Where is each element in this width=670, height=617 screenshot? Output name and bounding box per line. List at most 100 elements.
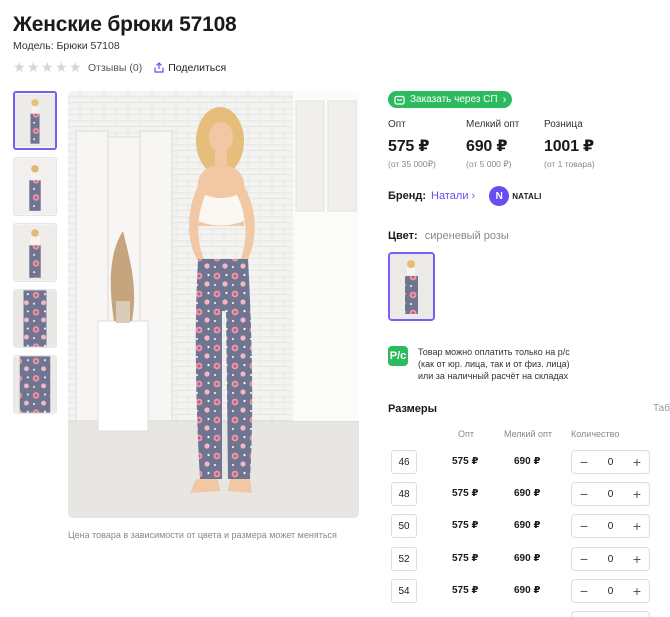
size-label[interactable]: 46 — [391, 450, 417, 474]
brand-logo-icon[interactable]: N — [489, 186, 510, 206]
share-icon — [154, 62, 164, 73]
brand-logo-text: NATALI — [512, 191, 542, 201]
brand-row: Бренд: Натали › N NATALI — [388, 186, 542, 206]
product-title: Женские брюки 57108 — [13, 13, 237, 36]
cart-icon — [394, 95, 405, 105]
color-swatch[interactable] — [388, 252, 435, 321]
thumbnail-5[interactable] — [13, 355, 57, 414]
size-label[interactable]: 54 — [391, 579, 417, 603]
brand-name: Натали — [431, 190, 469, 202]
thumbnail-3[interactable] — [13, 223, 57, 282]
star-icon: ★ — [69, 59, 82, 75]
thumbnail-4[interactable] — [13, 289, 57, 348]
payment-note-line: Товар можно оплатить только на р/с — [418, 347, 570, 357]
plus-button[interactable]: + — [631, 486, 643, 502]
size-opt-price: 575 ₽ — [452, 553, 479, 564]
star-icon: ★ — [13, 59, 26, 75]
price-tier-note: (от 1 товара) — [544, 159, 595, 169]
share-button[interactable]: Поделиться — [154, 62, 226, 74]
sizes-title: Размеры — [388, 403, 438, 415]
size-opt-price: 575 ₽ — [452, 585, 479, 596]
size-row: 54 575 ₽ 690 ₽ − 0 + — [388, 579, 670, 603]
price-tier-wholesale: Опт 575 ₽ (от 35 000₽) — [388, 119, 466, 170]
price-tier-label: Мелкий опт — [466, 119, 520, 130]
payment-note-text: Товар можно оплатить только на р/с (как … — [418, 346, 570, 382]
quantity-stepper: − 0 + — [571, 514, 650, 538]
quantity-value[interactable]: 0 — [608, 489, 614, 500]
plus-button[interactable]: + — [631, 551, 643, 567]
minus-button[interactable]: − — [578, 486, 590, 502]
quantity-value[interactable]: 0 — [608, 554, 614, 565]
price-tier-note: (от 35 000₽) — [388, 159, 436, 169]
price-tier-label: Розница — [544, 119, 583, 130]
quantity-value[interactable]: 0 — [608, 586, 614, 597]
size-label[interactable]: 52 — [391, 547, 417, 571]
size-small-price: 690 ₽ — [514, 520, 541, 531]
quantity-stepper-partial — [571, 611, 650, 617]
quantity-stepper: − 0 + — [571, 579, 650, 603]
minus-button[interactable]: − — [578, 518, 590, 534]
size-row: 50 575 ₽ 690 ₽ − 0 + — [388, 514, 670, 538]
size-label[interactable]: 50 — [391, 514, 417, 538]
star-icon: ★ — [55, 59, 68, 75]
header-qty: Количество — [571, 429, 620, 439]
star-icon: ★ — [27, 59, 40, 75]
product-model: Модель: Брюки 57108 — [13, 40, 120, 52]
quantity-stepper: − 0 + — [571, 547, 650, 571]
share-label: Поделиться — [168, 61, 227, 74]
header-small-opt: Мелкий опт — [504, 429, 553, 439]
size-table-link[interactable]: Табл — [653, 403, 670, 414]
price-tiers: Опт 575 ₽ (от 35 000₽) Мелкий опт 690 ₽ … — [388, 119, 622, 170]
reviews-link[interactable]: Отзывы (0) — [88, 62, 142, 74]
size-small-price: 690 ₽ — [514, 585, 541, 596]
order-sp-label: Заказать через СП — [410, 94, 498, 105]
size-opt-price: 575 ₽ — [452, 488, 479, 499]
order-sp-button[interactable]: Заказать через СП › — [388, 91, 513, 108]
price-tier-small-wholesale: Мелкий опт 690 ₽ (от 5 000 ₽) — [466, 119, 544, 170]
plus-button[interactable]: + — [631, 454, 643, 470]
size-small-price: 690 ₽ — [514, 553, 541, 564]
size-small-price: 690 ₽ — [514, 488, 541, 499]
minus-button[interactable]: − — [578, 583, 590, 599]
payment-note-line: или за наличный расчёт на складах — [418, 371, 569, 381]
plus-button[interactable]: + — [631, 518, 643, 534]
price-tier-note: (от 5 000 ₽) — [466, 159, 512, 169]
quantity-stepper: − 0 + — [571, 482, 650, 506]
thumbnail-1[interactable] — [13, 91, 57, 150]
color-label: Цвет: — [388, 230, 418, 242]
size-row: 52 575 ₽ 690 ₽ − 0 + — [388, 547, 670, 571]
chevron-right-icon: › — [502, 93, 507, 106]
quantity-value[interactable]: 0 — [608, 521, 614, 532]
size-label[interactable]: 48 — [391, 482, 417, 506]
price-tier-value: 1001 ₽ — [544, 138, 594, 155]
header-opt: Опт — [458, 429, 474, 439]
rating-row: ★ ★ ★ ★ ★ Отзывы (0) Поделиться — [13, 59, 226, 75]
minus-button[interactable]: − — [578, 551, 590, 567]
sizes-table-header: Опт Мелкий опт Количество — [388, 429, 670, 439]
brand-link[interactable]: Натали › — [431, 190, 475, 202]
color-row: Цвет: сиреневый розы — [388, 230, 509, 242]
price-tier-retail: Розница 1001 ₽ (от 1 товара) — [544, 119, 622, 170]
rating-stars: ★ ★ ★ ★ ★ — [13, 59, 82, 75]
size-opt-price: 575 ₽ — [452, 520, 479, 531]
quantity-stepper: − 0 + — [571, 450, 650, 474]
thumbnail-list — [13, 91, 59, 421]
thumbnail-2[interactable] — [13, 157, 57, 216]
price-tier-value: 575 ₽ — [388, 138, 430, 155]
price-tier-value: 690 ₽ — [466, 138, 508, 155]
size-row: 46 575 ₽ 690 ₽ − 0 + — [388, 450, 670, 474]
plus-button[interactable]: + — [631, 583, 643, 599]
payment-note-line: (как от юр. лица, так и от физ. лица) — [418, 359, 570, 369]
main-product-photo[interactable] — [68, 91, 359, 518]
minus-button[interactable]: − — [578, 454, 590, 470]
payment-note: Р/с Товар можно оплатить только на р/с (… — [388, 346, 570, 382]
size-opt-price: 575 ₽ — [452, 456, 479, 467]
brand-label: Бренд: — [388, 190, 427, 202]
color-value: сиреневый розы — [424, 230, 509, 242]
quantity-value[interactable]: 0 — [608, 457, 614, 468]
price-caption: Цена товара в зависимости от цвета и раз… — [68, 530, 337, 540]
size-small-price: 690 ₽ — [514, 456, 541, 467]
invoice-icon: Р/с — [388, 346, 408, 366]
star-icon: ★ — [41, 59, 54, 75]
price-tier-label: Опт — [388, 119, 406, 130]
